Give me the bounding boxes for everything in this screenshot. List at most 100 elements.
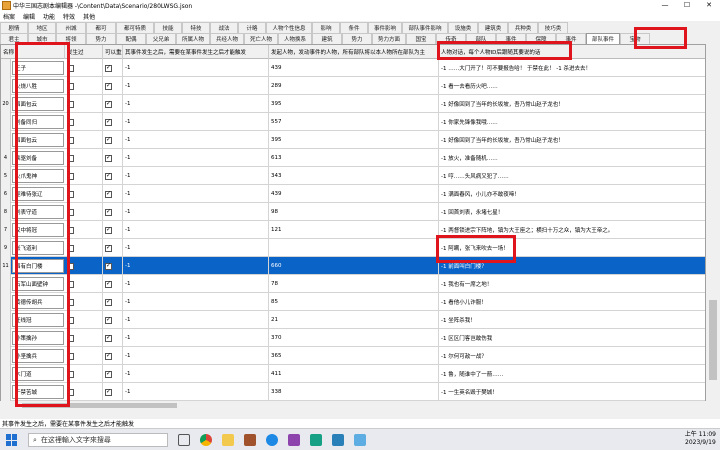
dialog-cell[interactable]: -1 看他小儿诈服！ [439, 293, 705, 311]
occurred-checkbox[interactable] [67, 100, 74, 108]
dialog-cell[interactable]: -1 一生英名毁于樊城！ [439, 383, 705, 401]
windows-start-icon[interactable] [6, 434, 18, 446]
chrome-icon[interactable] [200, 434, 212, 446]
tab-tabs_bottom-3[interactable]: 势力 [86, 33, 116, 44]
repeatable-checkbox[interactable]: ✓ [105, 262, 112, 270]
event-name-cell[interactable]: 于禁苦城 [12, 385, 64, 399]
prerequisite-event-cell[interactable]: -1 [123, 59, 269, 77]
column-header-2[interactable]: 可以重复 [103, 45, 123, 59]
initiator-person-cell[interactable]: 365 [269, 347, 439, 365]
initiator-person-cell[interactable]: 557 [269, 113, 439, 131]
table-row[interactable]: 木门道 ✓ -1 411 -1 鲁，随谁中了一箭…… [1, 365, 705, 383]
task-view-icon[interactable] [178, 434, 190, 446]
initiator-person-cell[interactable]: 343 [269, 167, 439, 185]
prerequisite-event-cell[interactable]: -1 [123, 329, 269, 347]
table-row[interactable]: 孙策擒孙 ✓ -1 370 -1 区区门客岂敢伤我 [1, 329, 705, 347]
prerequisite-event-cell[interactable]: -1 [123, 293, 269, 311]
repeatable-checkbox[interactable]: ✓ [105, 388, 112, 396]
repeatable-checkbox[interactable]: ✓ [105, 244, 112, 252]
app-icon-teal[interactable] [310, 434, 322, 446]
occurred-checkbox[interactable] [67, 370, 74, 378]
event-name-cell[interactable]: 张飞道利 [12, 241, 64, 255]
close-button[interactable]: ✕ [698, 0, 720, 11]
repeatable-checkbox[interactable]: ✓ [105, 334, 112, 342]
table-row[interactable]: 8 刘表守道 ✓ -1 98 -1 回首刘表，永堵七星！ [1, 203, 705, 221]
prerequisite-event-cell[interactable]: -1 [123, 203, 269, 221]
tab-tabs_bottom-14[interactable]: 传奇 [436, 33, 466, 44]
occurred-checkbox[interactable] [67, 226, 74, 234]
tab-tabs_bottom-2[interactable]: 将领 [56, 33, 86, 44]
initiator-person-cell[interactable]: 660 [269, 257, 439, 275]
prerequisite-event-cell[interactable]: -1 [123, 347, 269, 365]
initiator-person-cell[interactable]: 338 [269, 383, 439, 401]
repeatable-checkbox[interactable]: ✓ [105, 298, 112, 306]
tab-tabs_bottom-0[interactable]: 君主 [0, 33, 28, 44]
prerequisite-event-cell[interactable]: -1 [123, 239, 269, 257]
prerequisite-event-cell[interactable]: -1 [123, 383, 269, 401]
table-row[interactable]: 7 汉中将冠 ✓ -1 121 -1 两督锁进宗下阵地，镇为大王座之；横扫十万之众，镇为大… [1, 221, 705, 239]
repeatable-checkbox[interactable]: ✓ [105, 118, 112, 126]
initiator-person-cell[interactable]: 439 [269, 185, 439, 203]
tab-tabs_top-16[interactable]: 兵种类 [508, 22, 538, 33]
tab-tabs_top-10[interactable]: 影响 [312, 22, 340, 33]
tab-tabs_top-5[interactable]: 技能 [154, 22, 182, 33]
dialog-cell[interactable]: -1 我也有一席之地！ [439, 275, 705, 293]
initiator-person-cell[interactable] [269, 239, 439, 257]
dialog-cell[interactable]: -1 坐阵杀我！ [439, 311, 705, 329]
tab-tabs_bottom-12[interactable]: 势力方面 [372, 33, 406, 44]
table-row[interactable]: 刘备同归 ✓ -1 557 -1 你家先锋像我哦…… [1, 113, 705, 131]
event-name-cell[interactable]: 狂线冠 [12, 313, 64, 327]
tab-tabs_bottom-11[interactable]: 势力 [342, 33, 372, 44]
dialog-cell[interactable]: -1 区区门客岂敢伤我 [439, 329, 705, 347]
event-name-cell[interactable]: 四面包云 [12, 133, 64, 147]
event-name-cell[interactable]: 火烧八胜 [12, 79, 64, 93]
occurred-checkbox[interactable] [67, 64, 74, 72]
table-row[interactable]: 于禁苦城 ✓ -1 338 -1 一生英名毁于樊城！ [1, 383, 705, 401]
dialog-cell[interactable]: -1 两督锁进宗下阵地，镇为大王座之；横扫十万之众，镇为大王帝之。 [439, 221, 705, 239]
app-icon-lightblue[interactable] [354, 434, 366, 446]
table-row[interactable]: 11 四有白门楼 ✓ -1 660 -1 前面叫白门楼？ [1, 257, 705, 275]
menu-other[interactable]: 其他 [83, 12, 95, 21]
event-name-cell[interactable]: 孙策擒孙 [12, 331, 64, 345]
prerequisite-event-cell[interactable]: -1 [123, 113, 269, 131]
table-row[interactable]: 王子 ✓ -1 439 -1 ……大门开了！可不要报告哈！ 于禁在此！ -1 杀进去去！ [1, 59, 705, 77]
menu-function[interactable]: 功能 [43, 12, 55, 21]
tab-tabs_top-0[interactable]: 剧情 [0, 22, 28, 33]
table-row[interactable]: 6 迎难待张辽 ✓ -1 439 -1 满面春风，小儿亦不敢夜啼！ [1, 185, 705, 203]
occurred-checkbox[interactable] [67, 136, 74, 144]
tab-tabs_bottom-20[interactable]: 宝物 [620, 33, 650, 44]
tab-tabs_top-14[interactable]: 设施类 [448, 22, 478, 33]
dialog-cell[interactable]: -1 你家先锋像我哦…… [439, 113, 705, 131]
table-row[interactable]: 9 张飞道利 ✓ -1 -1 阿瞒，张飞来吹去一场！ [1, 239, 705, 257]
taskbar-search[interactable]: ⌕ 在这裡輸入文字來搜尋 [28, 433, 168, 447]
app-icon-blue[interactable] [332, 434, 344, 446]
dialog-cell[interactable]: -1 满面春风，小儿亦不敢夜啼！ [439, 185, 705, 203]
prerequisite-event-cell[interactable]: -1 [123, 257, 269, 275]
initiator-person-cell[interactable]: 21 [269, 311, 439, 329]
minimize-button[interactable]: — [654, 0, 676, 11]
initiator-person-cell[interactable]: 370 [269, 329, 439, 347]
tab-tabs_top-1[interactable]: 地区 [28, 22, 56, 33]
table-row[interactable]: 20 四面包云 ✓ -1 395 -1 好像回到了当年的长坂坡，吾乃常山赵子龙也！ [1, 95, 705, 113]
dialog-cell[interactable]: -1 阿瞒，张飞来吹去一场！ [439, 239, 705, 257]
occurred-checkbox[interactable] [67, 172, 74, 180]
tab-tabs_bottom-17[interactable]: 保障 [526, 33, 556, 44]
dialog-cell[interactable]: -1 放火，准备随机…… [439, 149, 705, 167]
prerequisite-event-cell[interactable]: -1 [123, 365, 269, 383]
tab-tabs_top-3[interactable]: 都可 [86, 22, 116, 33]
menu-special[interactable]: 特效 [63, 12, 75, 21]
repeatable-checkbox[interactable]: ✓ [105, 172, 112, 180]
initiator-person-cell[interactable]: 85 [269, 293, 439, 311]
tab-tabs_bottom-18[interactable]: 事件 [556, 33, 586, 44]
initiator-person-cell[interactable]: 411 [269, 365, 439, 383]
column-header-4[interactable]: 发起人物，发动事件的人物，所有部队将以本人物所在部队为主 [269, 45, 439, 59]
tab-tabs_top-8[interactable]: 计略 [238, 22, 266, 33]
dialog-cell[interactable]: -1 好像回到了当年的长坂坡，吾乃常山赵子龙也！ [439, 131, 705, 149]
system-clock[interactable]: 上午 11:09 2023/9/19 [685, 431, 716, 447]
table-row[interactable]: 黄德传胡兵 ✓ -1 85 -1 看他小儿诈服！ [1, 293, 705, 311]
tab-tabs_bottom-15[interactable]: 部队 [466, 33, 496, 44]
occurred-checkbox[interactable] [67, 82, 74, 90]
occurred-checkbox[interactable] [67, 334, 74, 342]
occurred-checkbox[interactable] [67, 244, 74, 252]
dialog-cell[interactable]: -1 看一去看历火吧…… [439, 77, 705, 95]
